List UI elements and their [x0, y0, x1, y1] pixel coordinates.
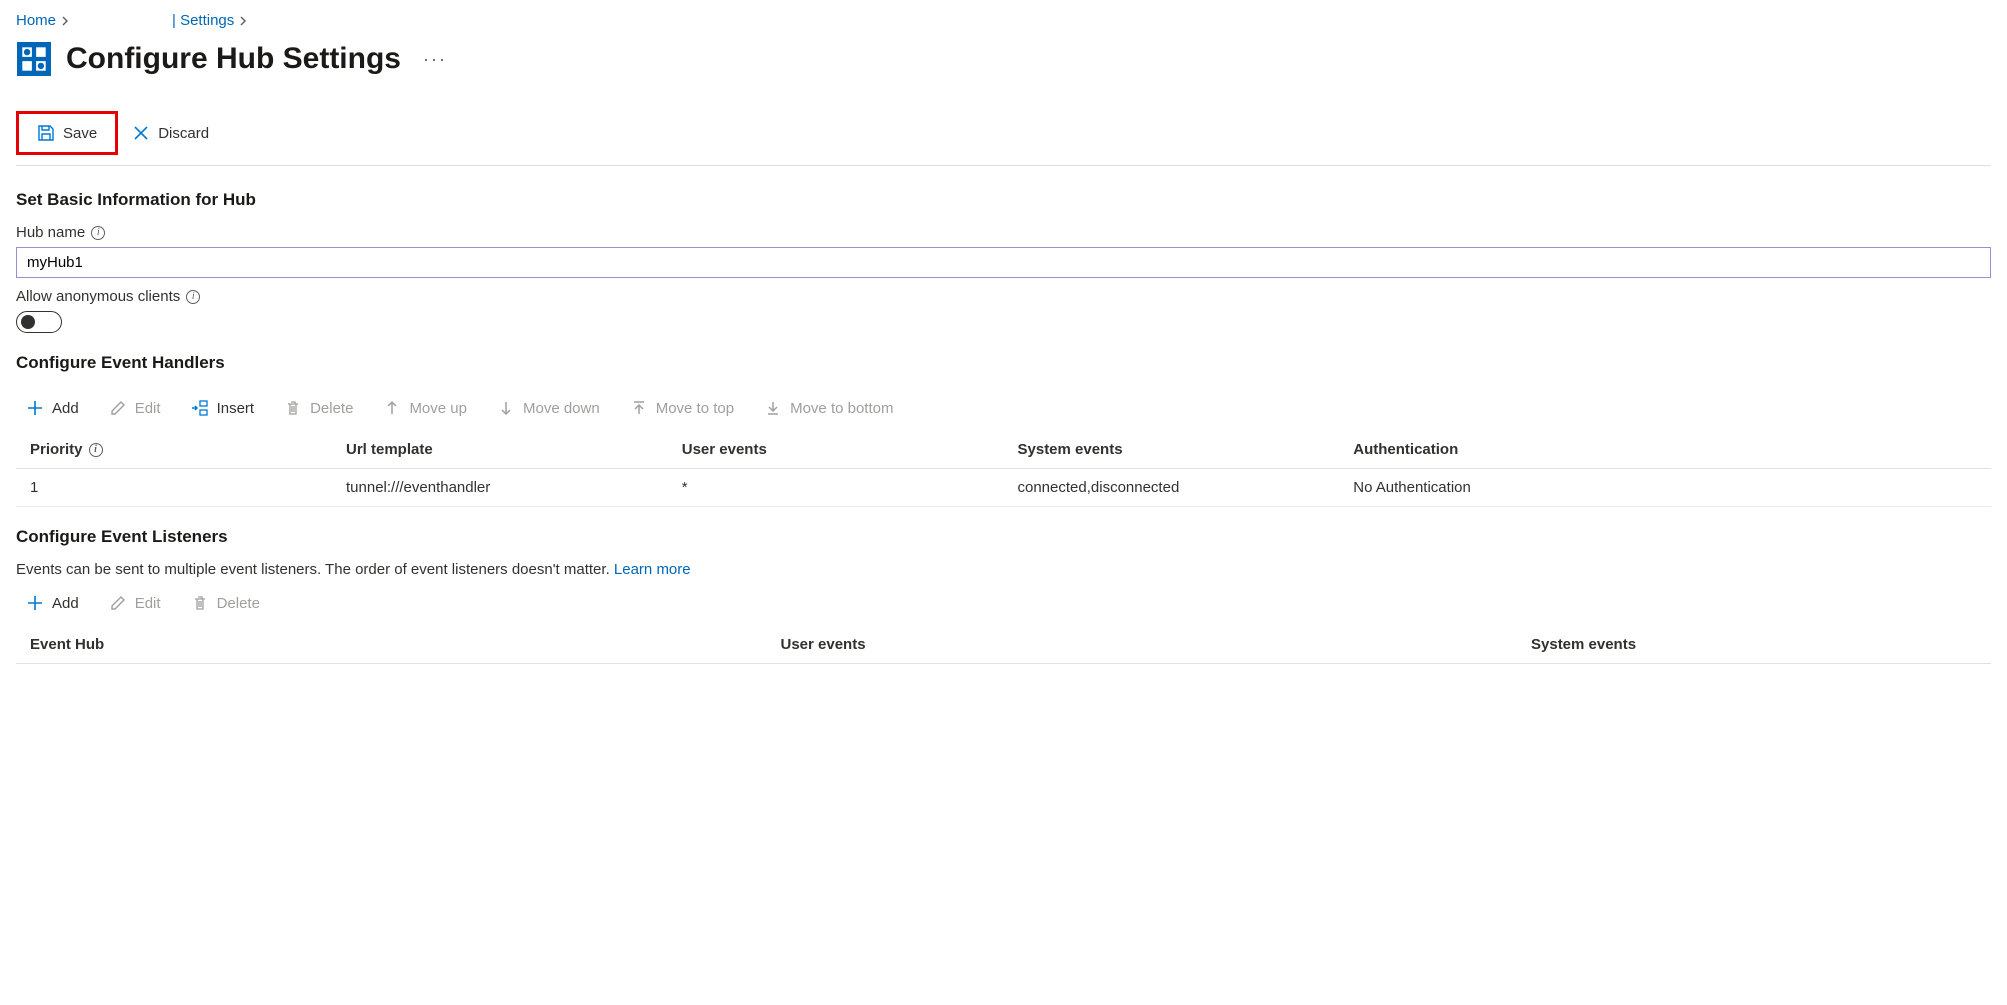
breadcrumb-home[interactable]: Home: [16, 12, 56, 29]
move-top-label: Move to top: [656, 400, 734, 417]
hub-name-label-text: Hub name: [16, 224, 85, 241]
col-priority: Priority i: [16, 431, 332, 469]
breadcrumb-settings[interactable]: | Settings: [172, 12, 234, 29]
move-top-button[interactable]: Move to top: [624, 395, 740, 421]
add-listener-label: Add: [52, 595, 79, 612]
trash-icon: [191, 594, 209, 612]
handlers-table: Priority i Url template User events Syst…: [16, 431, 1991, 507]
close-icon: [132, 124, 150, 142]
move-down-button[interactable]: Move down: [491, 395, 606, 421]
add-listener-button[interactable]: Add: [20, 590, 85, 616]
arrow-up-icon: [383, 399, 401, 417]
delete-listener-label: Delete: [217, 595, 260, 612]
arrow-top-icon: [630, 399, 648, 417]
edit-listener-button[interactable]: Edit: [103, 590, 167, 616]
listeners-table: Event Hub User events System events: [16, 626, 1991, 664]
plus-icon: [26, 594, 44, 612]
handlers-toolbar: Add Edit Insert Delete Move up Move down: [16, 387, 1991, 429]
info-icon[interactable]: i: [89, 443, 103, 457]
chevron-right-icon: [240, 16, 248, 26]
toggle-knob: [21, 315, 35, 329]
listeners-header-row: Event Hub User events System events: [16, 626, 1991, 664]
chevron-right-icon: [62, 16, 70, 26]
cell-url-template: tunnel:///eventhandler: [332, 469, 668, 507]
save-button[interactable]: Save: [27, 118, 107, 148]
cell-user-events: *: [668, 469, 1004, 507]
breadcrumb: Home | Settings: [16, 12, 1991, 29]
handlers-header-row: Priority i Url template User events Syst…: [16, 431, 1991, 469]
listeners-toolbar: Add Edit Delete: [16, 582, 1991, 624]
listeners-description-text: Events can be sent to multiple event lis…: [16, 561, 614, 578]
hub-name-input[interactable]: [16, 247, 1991, 278]
info-icon[interactable]: i: [186, 290, 200, 304]
delete-handler-button[interactable]: Delete: [278, 395, 359, 421]
add-handler-button[interactable]: Add: [20, 395, 85, 421]
discard-label: Discard: [158, 125, 209, 142]
page-header: Configure Hub Settings ···: [16, 41, 1991, 77]
hub-settings-icon: [16, 41, 52, 77]
pencil-icon: [109, 594, 127, 612]
page-title: Configure Hub Settings: [66, 42, 401, 76]
insert-label: Insert: [217, 400, 255, 417]
delete-label: Delete: [310, 400, 353, 417]
learn-more-link[interactable]: Learn more: [614, 561, 691, 578]
discard-button[interactable]: Discard: [122, 118, 219, 148]
allow-anon-toggle[interactable]: [16, 311, 62, 333]
col-authentication: Authentication: [1339, 431, 1991, 469]
arrow-bottom-icon: [764, 399, 782, 417]
insert-handler-button[interactable]: Insert: [185, 395, 261, 421]
cell-priority: 1: [16, 469, 332, 507]
save-icon: [37, 124, 55, 142]
move-bottom-button[interactable]: Move to bottom: [758, 395, 899, 421]
allow-anon-label: Allow anonymous clients i: [16, 288, 1991, 305]
command-bar: Save Discard: [16, 105, 1991, 166]
listeners-description: Events can be sent to multiple event lis…: [16, 561, 1991, 578]
section-basic-title: Set Basic Information for Hub: [16, 190, 1991, 210]
section-handlers-title: Configure Event Handlers: [16, 353, 1991, 373]
edit-label: Edit: [135, 400, 161, 417]
col-event-hub: Event Hub: [16, 626, 767, 664]
plus-icon: [26, 399, 44, 417]
move-down-label: Move down: [523, 400, 600, 417]
cell-authentication: No Authentication: [1339, 469, 1991, 507]
section-listeners-title: Configure Event Listeners: [16, 527, 1991, 547]
allow-anon-label-text: Allow anonymous clients: [16, 288, 180, 305]
hub-name-label: Hub name i: [16, 224, 1991, 241]
delete-listener-button[interactable]: Delete: [185, 590, 266, 616]
insert-icon: [191, 399, 209, 417]
pencil-icon: [109, 399, 127, 417]
col-listener-user-events: User events: [767, 626, 1518, 664]
arrow-down-icon: [497, 399, 515, 417]
col-system-events: System events: [1004, 431, 1340, 469]
save-button-highlight: Save: [16, 111, 118, 155]
col-url-template: Url template: [332, 431, 668, 469]
move-up-button[interactable]: Move up: [377, 395, 473, 421]
move-up-label: Move up: [409, 400, 467, 417]
cell-system-events: connected,disconnected: [1004, 469, 1340, 507]
col-user-events: User events: [668, 431, 1004, 469]
table-row[interactable]: 1 tunnel:///eventhandler * connected,dis…: [16, 469, 1991, 507]
edit-listener-label: Edit: [135, 595, 161, 612]
edit-handler-button[interactable]: Edit: [103, 395, 167, 421]
move-bottom-label: Move to bottom: [790, 400, 893, 417]
save-label: Save: [63, 125, 97, 142]
col-priority-label: Priority: [30, 441, 83, 458]
trash-icon: [284, 399, 302, 417]
add-label: Add: [52, 400, 79, 417]
col-listener-system-events: System events: [1517, 626, 1991, 664]
more-options-button[interactable]: ···: [423, 49, 447, 70]
info-icon[interactable]: i: [91, 226, 105, 240]
